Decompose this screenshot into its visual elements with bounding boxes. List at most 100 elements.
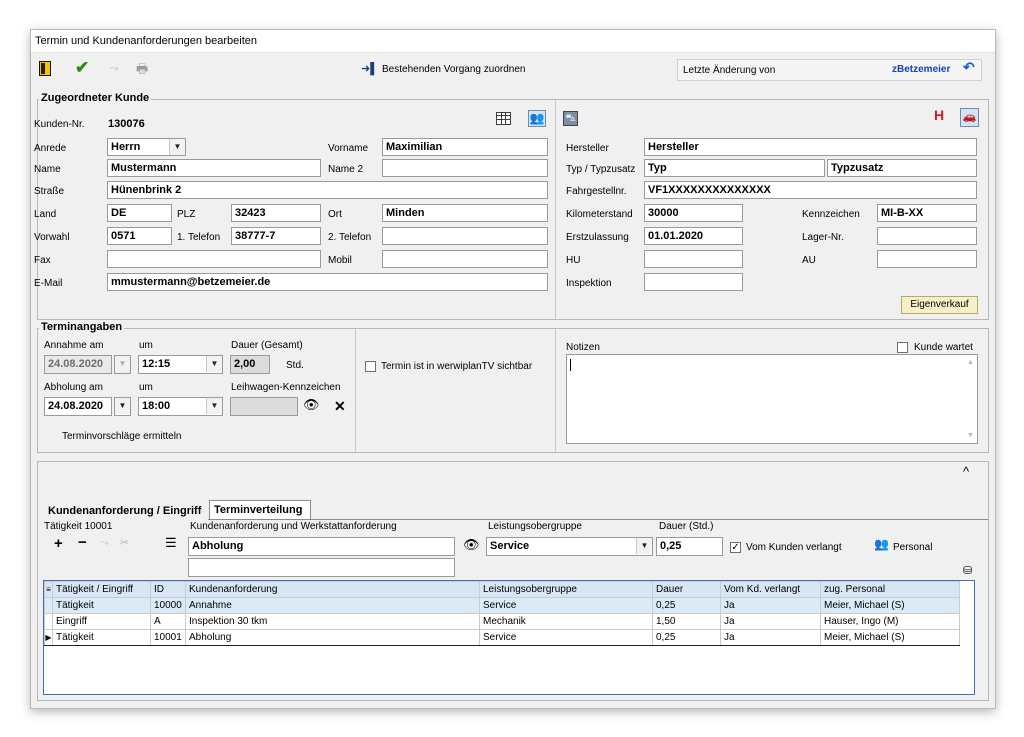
refresh-arrow-icon[interactable]: ↶ [963,59,975,76]
vin-field[interactable]: VF1XXXXXXXXXXXXXX [644,181,977,199]
last-change-label: Letzte Änderung von [683,65,776,76]
duration-field: 2,00 [230,355,270,374]
assign-process-button[interactable]: Bestehenden Vorgang zuordnen [382,64,525,75]
request-field[interactable]: Abholung [188,537,455,556]
tab-appointment-distribution[interactable]: Terminverteilung [209,500,311,519]
firstname-label: Vorname [328,143,369,154]
accept-date-field: 24.08.2020 [44,355,112,374]
vehicle-icon[interactable]: ⛍ [563,111,578,126]
undo-entry-icon[interactable]: ⤳ [100,537,109,550]
remove-minus-icon[interactable]: − [78,534,87,551]
chevron-down-icon[interactable]: ▼ [169,139,185,155]
storage-field[interactable] [877,227,977,245]
chevron-down-icon[interactable]: ▼ [636,538,652,554]
customer-requested-checkbox[interactable]: ✓ [730,542,741,553]
eye-icon[interactable]: 👁 [463,537,480,553]
phone1-field[interactable]: 38777-7 [231,227,321,245]
table-row[interactable]: Eingriff A Inspektion 30 tkm Mechanik 1,… [44,613,960,630]
type-suffix-field[interactable]: Typzusatz [827,159,977,177]
assign-arrow-icon: ➜▌ [361,63,379,75]
name-field[interactable]: Mustermann [107,159,321,177]
request-label: Kundenanforderung und Werkstattanforderu… [190,521,397,532]
exit-door-icon[interactable] [39,61,51,76]
grid-header[interactable]: ID [150,581,186,598]
reg-field[interactable]: 01.01.2020 [644,227,743,245]
zip-field[interactable]: 32423 [231,204,321,222]
eye-icon[interactable]: 👁 [303,397,320,413]
list-icon[interactable]: ☰ [165,535,177,551]
au-field[interactable] [877,250,977,268]
grid-cell: Meier, Michael (S) [820,597,960,614]
row-indicator [44,597,53,614]
add-plus-icon[interactable]: + [54,535,63,552]
tv-visible-checkbox[interactable] [365,361,376,372]
mileage-field[interactable]: 30000 [644,204,743,222]
vehicle-search-icon[interactable]: 🚗 [960,108,979,127]
firstname-field[interactable]: Maximilian [382,138,548,156]
grid-header[interactable]: zug. Personal [820,581,960,598]
suggest-appointments-button[interactable]: Terminvorschläge ermitteln [62,431,182,442]
grid-cell: Inspektion 30 tkm [185,613,480,630]
grid-cell: Service [479,629,653,646]
table-row-selected[interactable]: ▶ Tätigkeit 10001 Abholung Service 0,25 … [44,629,960,646]
notes-textarea[interactable]: ▲ ▼ [566,354,978,444]
grid-header[interactable]: Dauer [652,581,721,598]
customer-number: 130076 [108,118,145,130]
pickup-date-picker[interactable]: ▼ [114,397,131,416]
request-field-2[interactable] [188,558,455,577]
mobile-field[interactable] [382,250,548,268]
customer-group-title: Zugeordneter Kunde [39,92,152,104]
reg-label: Erstzulassung [566,232,629,243]
pickup-time-select[interactable]: 18:00 ▼ [138,397,223,416]
tab-customer-request[interactable]: Kundenanforderung / Eingriff [43,501,208,520]
type-field[interactable]: Typ [644,159,825,177]
grid-cell: Ja [720,597,821,614]
areacode-field[interactable]: 0571 [107,227,172,245]
table-icon[interactable] [496,112,511,125]
personal-button[interactable]: Personal [893,542,932,553]
grid-header[interactable]: Leistungsobergruppe [479,581,653,598]
hu-field[interactable] [644,250,743,268]
grid-settings-icon[interactable]: ⛁ [963,564,972,577]
undo-icon[interactable]: ⤳ [109,61,119,76]
maker-field[interactable]: Hersteller [644,138,977,156]
salutation-value: Herrn [111,141,141,153]
grid-header[interactable]: Tätigkeit / Eingriff [52,581,151,598]
name2-field[interactable] [382,159,548,177]
scroll-up-icon[interactable]: ▲ [967,359,974,366]
cut-scissors-icon[interactable]: ✂ [120,536,129,549]
inspection-field[interactable] [644,273,743,291]
street-field[interactable]: Hünenbrink 2 [107,181,548,199]
chevron-down-icon[interactable]: ▼ [206,356,222,372]
pickup-date-field[interactable]: 24.08.2020 [44,397,112,416]
chevron-down-icon[interactable]: ▼ [206,398,222,414]
clear-x-icon[interactable]: ✕ [334,398,346,415]
chevron-down-icon[interactable]: ▼ [115,398,130,414]
print-icon[interactable]: 🖶 [136,60,148,82]
phone2-field[interactable] [382,227,548,245]
accept-time-select[interactable]: 12:15 ▼ [138,355,223,374]
group-divider [555,100,556,319]
entry-duration-field[interactable]: 0,25 [656,537,723,556]
service-group-select[interactable]: Service ▼ [486,537,653,556]
country-field[interactable]: DE [107,204,172,222]
collapse-chevron-up-icon[interactable]: ^ [963,464,969,479]
personal-icon[interactable]: 👥 [874,537,889,551]
own-sale-button[interactable]: Eigenverkauf [901,296,978,314]
email-field[interactable]: mmustermann@betzemeier.de [107,273,548,291]
customer-search-icon[interactable]: 👥 [528,110,546,127]
grid-header[interactable]: Vom Kd. verlangt [720,581,821,598]
grid-cell: Annahme [185,597,480,614]
city-field[interactable]: Minden [382,204,548,222]
salutation-select[interactable]: Herrn ▼ [107,138,186,156]
notes-label: Notizen [566,342,600,353]
table-row[interactable]: Tätigkeit 10000 Annahme Service 0,25 Ja … [44,597,960,614]
scroll-down-icon[interactable]: ▼ [967,432,974,439]
grid-header[interactable]: Kundenanforderung [185,581,480,598]
customer-waits-checkbox[interactable] [897,342,908,353]
plate-field[interactable]: MI-B-XX [877,204,977,222]
accept-at-label: um [139,340,153,351]
fax-field[interactable] [107,250,321,268]
save-check-icon[interactable]: ✔ [75,58,89,78]
vin-label: Fahrgestellnr. [566,186,627,197]
